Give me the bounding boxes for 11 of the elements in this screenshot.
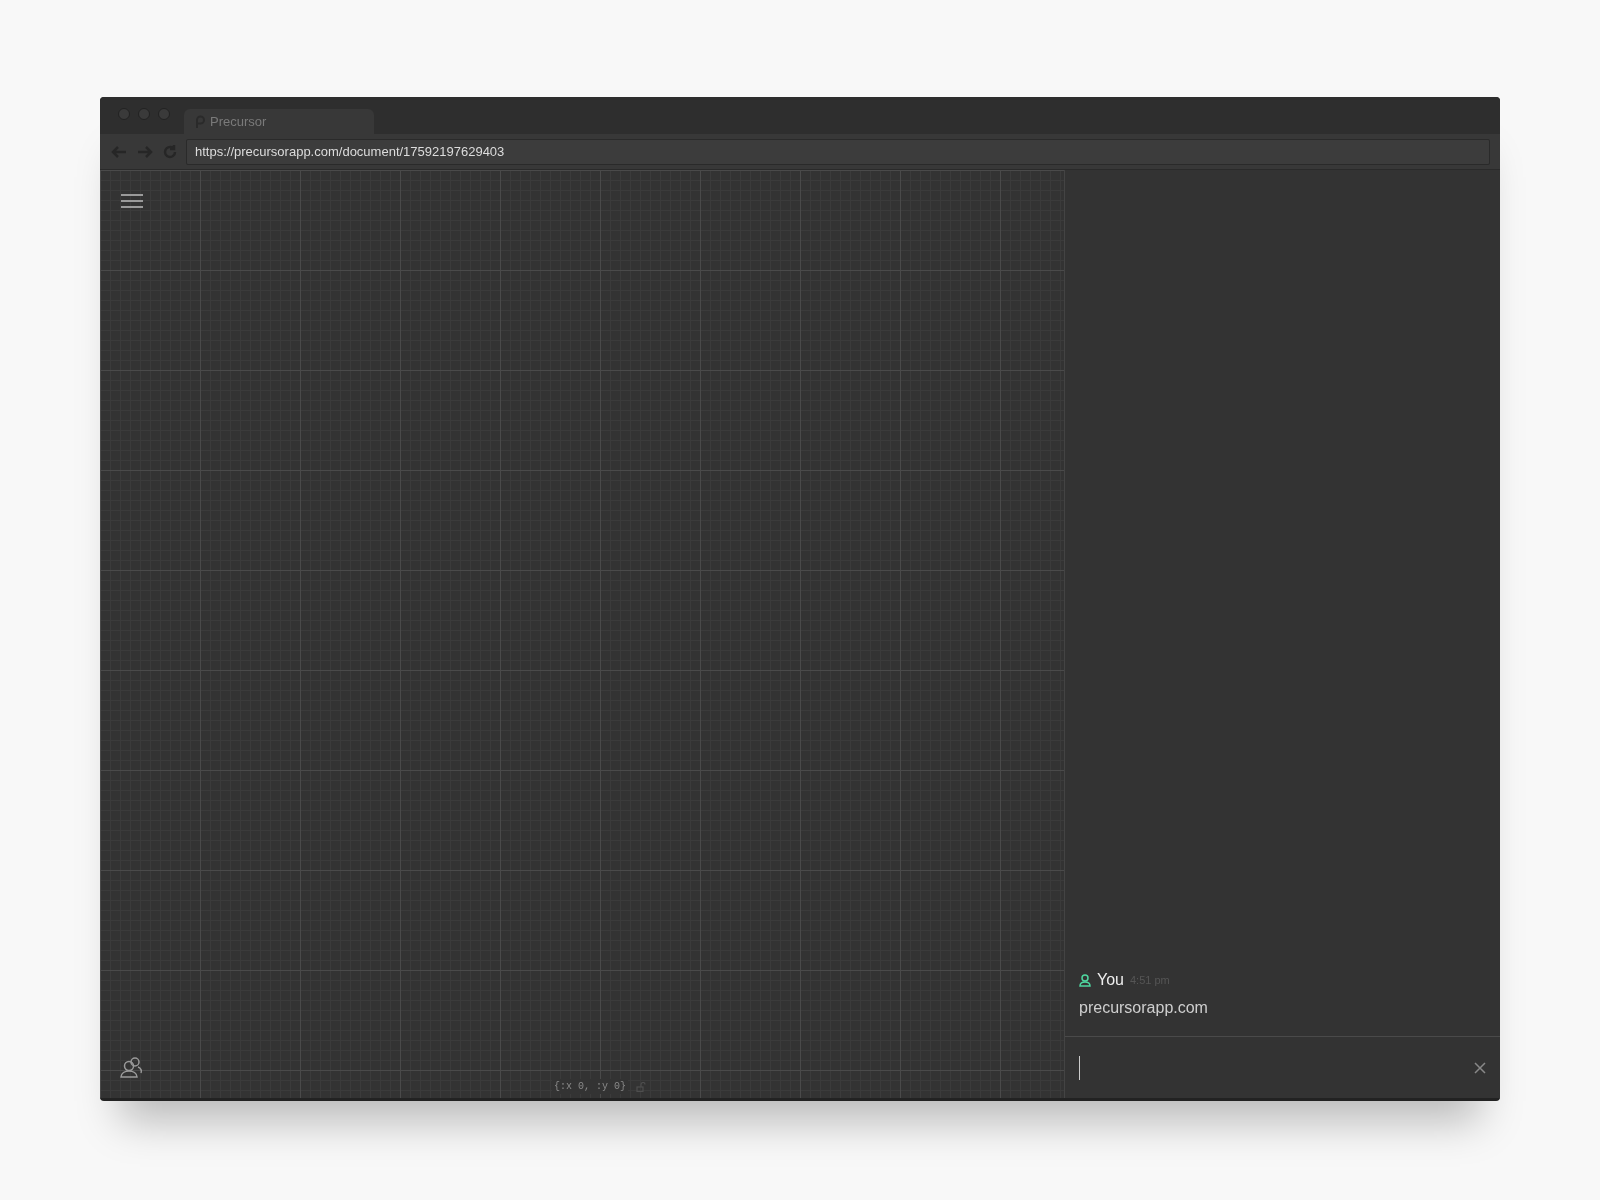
- unlock-icon[interactable]: [636, 1081, 646, 1092]
- menu-icon[interactable]: [121, 194, 143, 208]
- message-text: precursorapp.com: [1079, 998, 1209, 1018]
- browser-tab[interactable]: Precursor: [184, 109, 374, 134]
- user-icon: [1079, 973, 1091, 987]
- close-icon[interactable]: [1474, 1061, 1486, 1074]
- coordinates-readout: {:x 0, :y 0}: [552, 1079, 628, 1094]
- grid-canvas[interactable]: {:x 0, :y 0}: [100, 170, 1064, 1098]
- address-bar[interactable]: https://precursorapp.com/document/17592197629403: [186, 138, 1490, 165]
- people-icon[interactable]: [120, 1056, 144, 1080]
- author-name: You: [1097, 970, 1124, 990]
